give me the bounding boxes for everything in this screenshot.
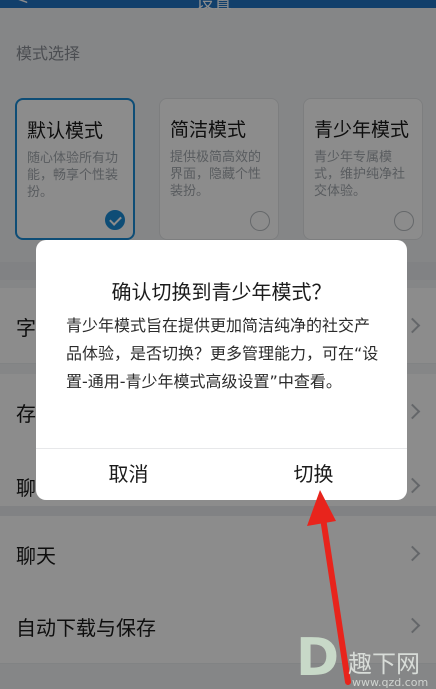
- switch-button[interactable]: 切换: [221, 449, 406, 500]
- dialog-message: 青少年模式旨在提供更加简洁纯净的社交产品体验，是否切换？更多管理能力，可在“设置…: [66, 316, 379, 391]
- confirm-dialog: 确认切换到青少年模式？ 青少年模式旨在提供更加简洁纯净的社交产品体验，是否切换？…: [36, 240, 407, 500]
- watermark-url: www.qzd.com: [352, 676, 429, 689]
- dialog-title: 确认切换到青少年模式？: [111, 280, 332, 304]
- watermark-brand: 趣下网: [348, 650, 420, 678]
- watermark: D 趣下网 www.qzd.com: [288, 630, 436, 689]
- cancel-button[interactable]: 取消: [36, 449, 221, 500]
- watermark-logo-icon: D: [296, 628, 340, 688]
